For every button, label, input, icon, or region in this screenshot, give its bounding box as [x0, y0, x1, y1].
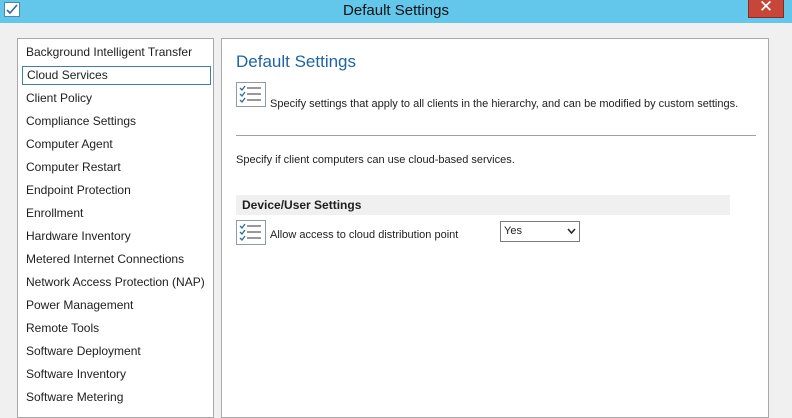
sidebar-item-software-deployment[interactable]: Software Deployment: [22, 342, 211, 361]
sidebar-item-computer-agent[interactable]: Computer Agent: [22, 135, 211, 154]
section-header: Device/User Settings: [236, 195, 730, 215]
select-value: Yes: [504, 225, 522, 237]
sidebar-item-compliance-settings[interactable]: Compliance Settings: [22, 112, 211, 131]
sidebar-item-software-inventory[interactable]: Software Inventory: [22, 365, 211, 384]
chevron-down-icon: [567, 228, 576, 235]
settings-nav: Background Intelligent Transfer Cloud Ser…: [17, 38, 214, 418]
sidebar-item-background-intelligent-transfer[interactable]: Background Intelligent Transfer: [22, 43, 211, 62]
window-title: Default Settings: [343, 2, 449, 19]
sidebar-item-hardware-inventory[interactable]: Hardware Inventory: [22, 227, 211, 246]
sidebar-item-remote-tools[interactable]: Remote Tools: [22, 319, 211, 338]
title-bar[interactable]: Default Settings ✕: [0, 0, 792, 23]
checklist-icon: [236, 82, 266, 107]
sidebar-item-client-policy[interactable]: Client Policy: [22, 89, 211, 108]
divider: [236, 135, 756, 136]
allow-cloud-dp-select[interactable]: Yes: [500, 221, 580, 242]
close-icon: ✕: [758, 0, 774, 16]
sidebar-item-computer-restart[interactable]: Computer Restart: [22, 158, 211, 177]
sidebar-item-metered-internet-connections[interactable]: Metered Internet Connections: [22, 250, 211, 269]
sidebar-item-network-access-protection-nap[interactable]: Network Access Protection (NAP): [22, 273, 211, 292]
close-button[interactable]: ✕: [748, 0, 784, 18]
setting-checklist-icon: [236, 220, 266, 245]
settings-panel: Default Settings Specify settings that a…: [221, 38, 769, 418]
cloud-services-description: Specify if client computers can use clou…: [236, 154, 515, 166]
sidebar-item-endpoint-protection[interactable]: Endpoint Protection: [22, 181, 211, 200]
settings-description: Specify settings that apply to all clien…: [270, 98, 739, 110]
sidebar-item-cloud-services[interactable]: Cloud Services: [22, 66, 211, 85]
sidebar-item-power-management[interactable]: Power Management: [22, 296, 211, 315]
sidebar-item-enrollment[interactable]: Enrollment: [22, 204, 211, 223]
allow-cloud-dp-label: Allow access to cloud distribution point: [270, 229, 459, 241]
page-title: Default Settings: [236, 52, 357, 71]
sidebar-item-software-metering[interactable]: Software Metering: [22, 388, 211, 407]
